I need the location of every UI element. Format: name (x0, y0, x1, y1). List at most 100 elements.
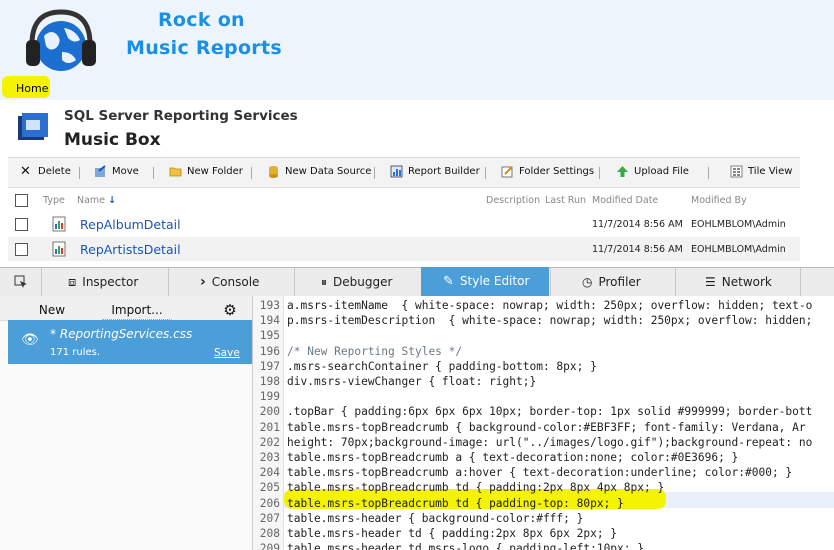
code-line[interactable]: table.msrs-header { background-color:#ff… (287, 512, 583, 525)
report-builder-button[interactable]: Report Builder (390, 165, 480, 178)
new-data-source-label: New Data Source (285, 166, 372, 177)
product-name: SQL Server Reporting Services (64, 108, 298, 124)
reporting-services-icon (18, 113, 48, 140)
code-line[interactable]: table.msrs-topBreadcrumb td { padding:2p… (287, 481, 664, 494)
tab-console[interactable]: › Console (200, 268, 259, 296)
folder-settings-icon (501, 166, 513, 178)
brand-line-2: Music Reports (126, 37, 282, 59)
move-button[interactable]: Move (94, 165, 139, 178)
line-number: 205 (259, 481, 280, 495)
breadcrumb-home[interactable]: Home (16, 82, 48, 95)
code-line[interactable]: p.msrs-itemDescription { white-space: no… (287, 314, 812, 327)
report-builder-label: Report Builder (408, 166, 480, 177)
report-icon (52, 216, 66, 232)
tile-view-button[interactable]: Tile View (730, 165, 792, 178)
upload-arrow-icon (617, 166, 628, 177)
folder-settings-button[interactable]: Folder Settings (501, 165, 594, 178)
delete-button[interactable]: ✕ Delete (20, 165, 71, 178)
line-number: 209 (259, 542, 280, 550)
stylesheet-name: * ReportingServices.css (50, 327, 193, 341)
col-name-label: Name (77, 195, 106, 206)
network-icon: ☰ (705, 275, 716, 289)
code-line[interactable]: a.msrs-itemName { white-space: nowrap; w… (287, 299, 812, 312)
tab-profiler-label: Profiler (598, 275, 641, 289)
tab-debugger[interactable]: ⏸ Debugger (321, 268, 392, 296)
import-stylesheet-button[interactable]: Import... (102, 300, 172, 320)
modified-date: 11/7/2014 8:56 AM (592, 244, 683, 255)
code-line[interactable]: div.msrs-viewChanger { float: right;} (287, 375, 536, 388)
code-line[interactable]: table.msrs-topBreadcrumb a:hover { text-… (287, 466, 792, 479)
list-header: Type Name ↓ Description Last Run Modifie… (8, 192, 800, 210)
eye-icon[interactable]: 👁 (21, 332, 39, 348)
console-chevron-icon: › (200, 274, 206, 290)
line-number: 196 (259, 344, 280, 358)
col-last-run: Last Run (545, 195, 587, 206)
code-line[interactable]: table.msrs-topBreadcrumb a { text-decora… (287, 451, 738, 464)
row-checkbox[interactable] (15, 243, 28, 256)
new-folder-icon (169, 167, 182, 177)
import-label: Import... (111, 303, 163, 317)
tab-debugger-label: Debugger (333, 275, 393, 289)
move-icon (95, 165, 106, 177)
list-item[interactable]: RepArtistsDetail 11/7/2014 8:56 AM EOHLM… (8, 237, 800, 261)
delete-label: Delete (38, 166, 71, 177)
pause-icon: ⏸ (321, 274, 328, 289)
report-link[interactable]: RepAlbumDetail (80, 217, 181, 232)
new-label: New (38, 303, 66, 317)
list-item[interactable]: RepAlbumDetail 11/7/2014 8:56 AM EOHLMBL… (8, 212, 800, 236)
tab-style-editor-inner: ✎ Style Editor (443, 267, 529, 295)
stopwatch-icon: ◷ (582, 275, 593, 289)
code-line[interactable]: .topBar { padding:6px 6px 6px 10px; bord… (287, 405, 812, 418)
report-icon (52, 241, 66, 257)
line-number: 207 (259, 511, 280, 525)
new-data-source-button[interactable]: New Data Source (267, 165, 371, 178)
folder-title: Music Box (64, 130, 161, 150)
tab-style-editor-label: Style Editor (459, 274, 530, 288)
tab-network[interactable]: ☰ Network (705, 268, 772, 296)
line-number: 194 (259, 314, 280, 328)
row-checkbox[interactable] (15, 218, 28, 231)
report-toolbar: ✕ Delete Move New Folder New Data Source… (8, 157, 800, 188)
tab-profiler[interactable]: ◷ Profiler (582, 268, 641, 296)
code-line[interactable]: table.msrs-header td.msrs-logo { padding… (287, 542, 644, 550)
report-builder-icon (390, 165, 403, 178)
line-number: 201 (259, 420, 280, 434)
code-line[interactable]: height: 70px;background-image: url("../i… (287, 436, 812, 449)
save-link[interactable]: Save (214, 347, 240, 359)
code-line[interactable]: table.msrs-header td { padding:2px 8px 6… (287, 527, 617, 540)
element-picker-button[interactable] (14, 268, 28, 296)
upload-file-button[interactable]: Upload File (616, 165, 689, 178)
code-line[interactable]: table.msrs-topBreadcrumb { background-co… (287, 421, 806, 434)
inspector-icon: ⧈ (68, 274, 77, 290)
move-label: Move (112, 166, 139, 177)
modified-date: 11/7/2014 8:56 AM (592, 219, 683, 230)
new-stylesheet-button[interactable]: New (30, 300, 74, 320)
code-line[interactable]: /* New Reporting Styles */ (287, 345, 462, 358)
folder-settings-label: Folder Settings (519, 166, 595, 177)
select-all-checkbox[interactable] (15, 194, 28, 207)
headphones-globe-logo (26, 9, 96, 71)
tab-style-editor[interactable]: ✎ Style Editor (421, 267, 549, 296)
tab-inspector-label: Inspector (82, 275, 139, 289)
style-editor-pencil-icon: ✎ (443, 273, 454, 289)
stylesheet-item[interactable]: 👁 * ReportingServices.css 171 rules. Sav… (8, 320, 252, 364)
delete-icon: ✕ (20, 164, 31, 179)
line-number: 198 (259, 375, 280, 388)
rule-count: 171 rules. (50, 347, 101, 358)
new-folder-label: New Folder (187, 166, 243, 177)
devtools-tabbar: ⧈ Inspector › Console ⏸ Debugger ◷ Profi… (0, 267, 834, 297)
new-folder-button[interactable]: New Folder (169, 165, 243, 178)
report-link[interactable]: RepArtistsDetail (80, 242, 181, 257)
col-name[interactable]: Name ↓ (77, 195, 116, 206)
col-type: Type (43, 195, 65, 206)
line-number: 199 (259, 390, 280, 404)
tab-inspector[interactable]: ⧈ Inspector (68, 268, 138, 296)
tab-network-label: Network (721, 275, 772, 289)
code-line[interactable]: .msrs-searchContainer { padding-bottom: … (287, 360, 597, 373)
tile-view-icon (730, 165, 743, 178)
gear-icon[interactable]: ⚙ (218, 300, 242, 320)
code-line[interactable]: table.msrs-topBreadcrumb td { padding-to… (287, 497, 624, 510)
line-number: 200 (259, 405, 280, 419)
code-lines[interactable]: 193 a.msrs-itemName { white-space: nowrap… (253, 296, 834, 550)
tab-console-label: Console (211, 275, 260, 289)
